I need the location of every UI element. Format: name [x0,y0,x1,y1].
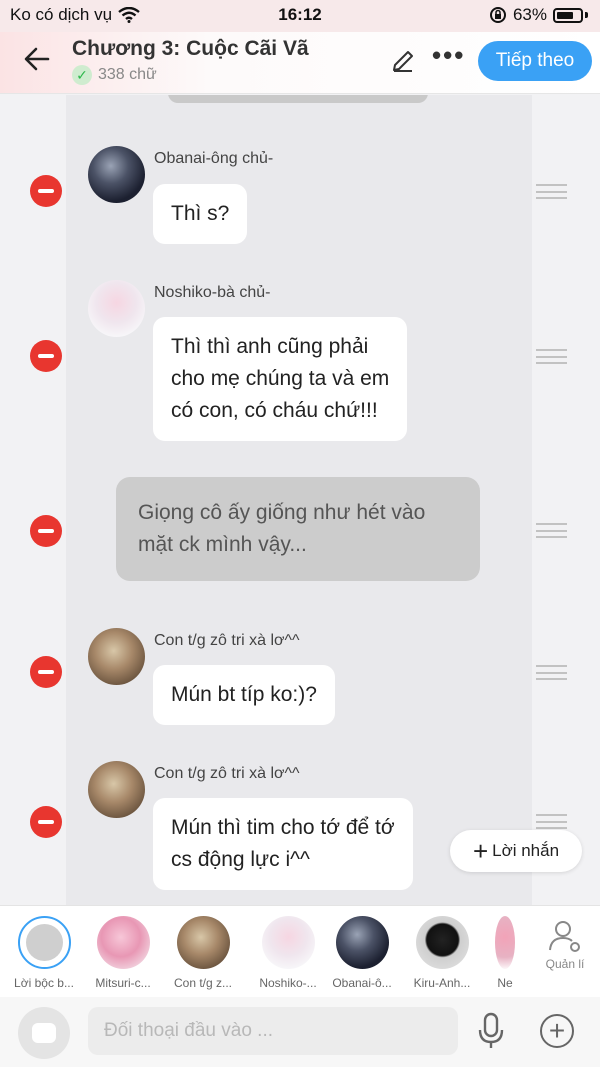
battery-percent: 63% [512,5,547,24]
speaker-name: Obanai-ông chủ- [154,150,274,167]
add-note-button[interactable]: + Lời nhắn [450,830,582,872]
next-button[interactable]: Tiếp theo [478,41,592,81]
word-count-row: ✓ 338 chữ [72,65,157,85]
word-count: 338 chữ [98,66,157,83]
character-label: Con t/g z... [173,976,233,990]
character-avatar [96,916,150,969]
speaker-name: Noshiko-bà chủ- [154,284,271,301]
chapter-title[interactable]: Chương 3: Cuộc Cãi Vã [72,37,309,61]
avatar[interactable] [88,280,145,337]
person-gear-icon [549,921,580,952]
chat-area[interactable]: Obanai-ông chủ- Thì s? Noshiko-bà chủ- T… [0,95,600,905]
drag-handle-icon[interactable] [536,814,567,829]
status-bar: Ko có dịch vụ 16:12 63% [0,0,600,32]
narrator-avatar [17,916,71,969]
back-arrow-icon[interactable] [22,44,56,78]
character-con-tg[interactable]: Con t/g z... [164,916,242,990]
message-bubble[interactable]: Mún bt típ ko:)? [153,665,335,725]
speaker-name: Con t/g zô tri xà lơ^^ [154,632,300,649]
input-bar: + [0,997,600,1067]
narration-line: mặt ck mình vậy... [138,533,307,556]
character-label: Kiru-Anh... [413,976,471,990]
narration-toggle-button[interactable] [18,1007,70,1059]
message-bubble[interactable]: Thì thì anh cũng phải cho mẹ chúng ta và… [153,317,408,441]
message-line: Thì thì anh cũng phải [171,335,369,358]
delete-icon[interactable] [30,806,62,838]
rotation-lock-icon [489,7,506,23]
character-avatar [415,916,469,969]
message-line: Mún thì tim cho tớ để tớ [171,816,395,839]
character-label: Lời bộc b... [14,976,74,990]
manage-characters-button[interactable]: Quản lí [540,918,590,971]
delete-icon[interactable] [30,515,62,547]
character-label: Mitsuri-c... [95,976,151,990]
manage-label: Quản lí [545,957,585,971]
character-avatar [176,916,230,969]
character-avatar [261,916,315,969]
avatar[interactable] [88,146,145,203]
dialogue-input[interactable] [88,1007,458,1055]
character-avatar [495,916,515,969]
message-line: có con, có cháu chứ!!! [171,399,378,422]
character-kiru[interactable]: Kiru-Anh... [403,916,481,990]
battery-icon [553,7,583,23]
drag-handle-icon[interactable] [536,349,567,364]
character-noshiko[interactable]: Noshiko-... [249,916,327,990]
status-right: 63% [489,5,588,25]
message-line: cho mẹ chúng ta và em [171,367,390,390]
character-ne[interactable]: Ne [483,916,527,990]
character-label: Obanai-ô... [332,976,392,990]
add-circle-icon[interactable]: + [540,1014,574,1048]
drag-handle-icon[interactable] [536,184,567,199]
plus-icon: + [472,836,489,866]
avatar[interactable] [88,761,145,818]
drag-handle-icon[interactable] [536,665,567,680]
delete-icon[interactable] [30,340,62,372]
microphone-icon[interactable] [476,1011,506,1056]
chapter-header: Chương 3: Cuộc Cãi Vã ✓ 338 chữ ••• Tiếp… [0,32,600,94]
delete-icon[interactable] [30,175,62,207]
character-mitsuri[interactable]: Mitsuri-c... [84,916,162,990]
narration-line: Giọng cô ấy giống như hét vào [138,501,426,524]
character-bar: Lời bộc b... Mitsuri-c... Con t/g z... N… [0,905,600,997]
add-note-label: Lời nhắn [492,841,560,860]
character-label: Noshiko-... [259,976,317,990]
check-icon: ✓ [72,65,92,85]
message-bubble[interactable]: Thì s? [153,184,248,244]
character-obanai[interactable]: Obanai-ô... [323,916,401,990]
narration-bubble[interactable]: Giọng cô ấy giống như hét vào mặt ck mìn… [116,477,480,581]
character-label: Ne [497,976,513,990]
speaker-name: Con t/g zô tri xà lơ^^ [154,765,300,782]
character-avatar [335,916,389,969]
battery-tip [585,12,588,18]
delete-icon[interactable] [30,656,62,688]
pencil-icon[interactable] [390,48,416,79]
previous-message-sliver [168,95,428,103]
character-narrator[interactable]: Lời bộc b... [5,916,83,990]
message-bubble[interactable]: Mún thì tim cho tớ để tớ cs động lực i^^ [153,798,413,890]
message-line: cs động lực i^^ [171,848,310,871]
more-icon[interactable]: ••• [432,40,465,71]
drag-handle-icon[interactable] [536,523,567,538]
avatar[interactable] [88,628,145,685]
